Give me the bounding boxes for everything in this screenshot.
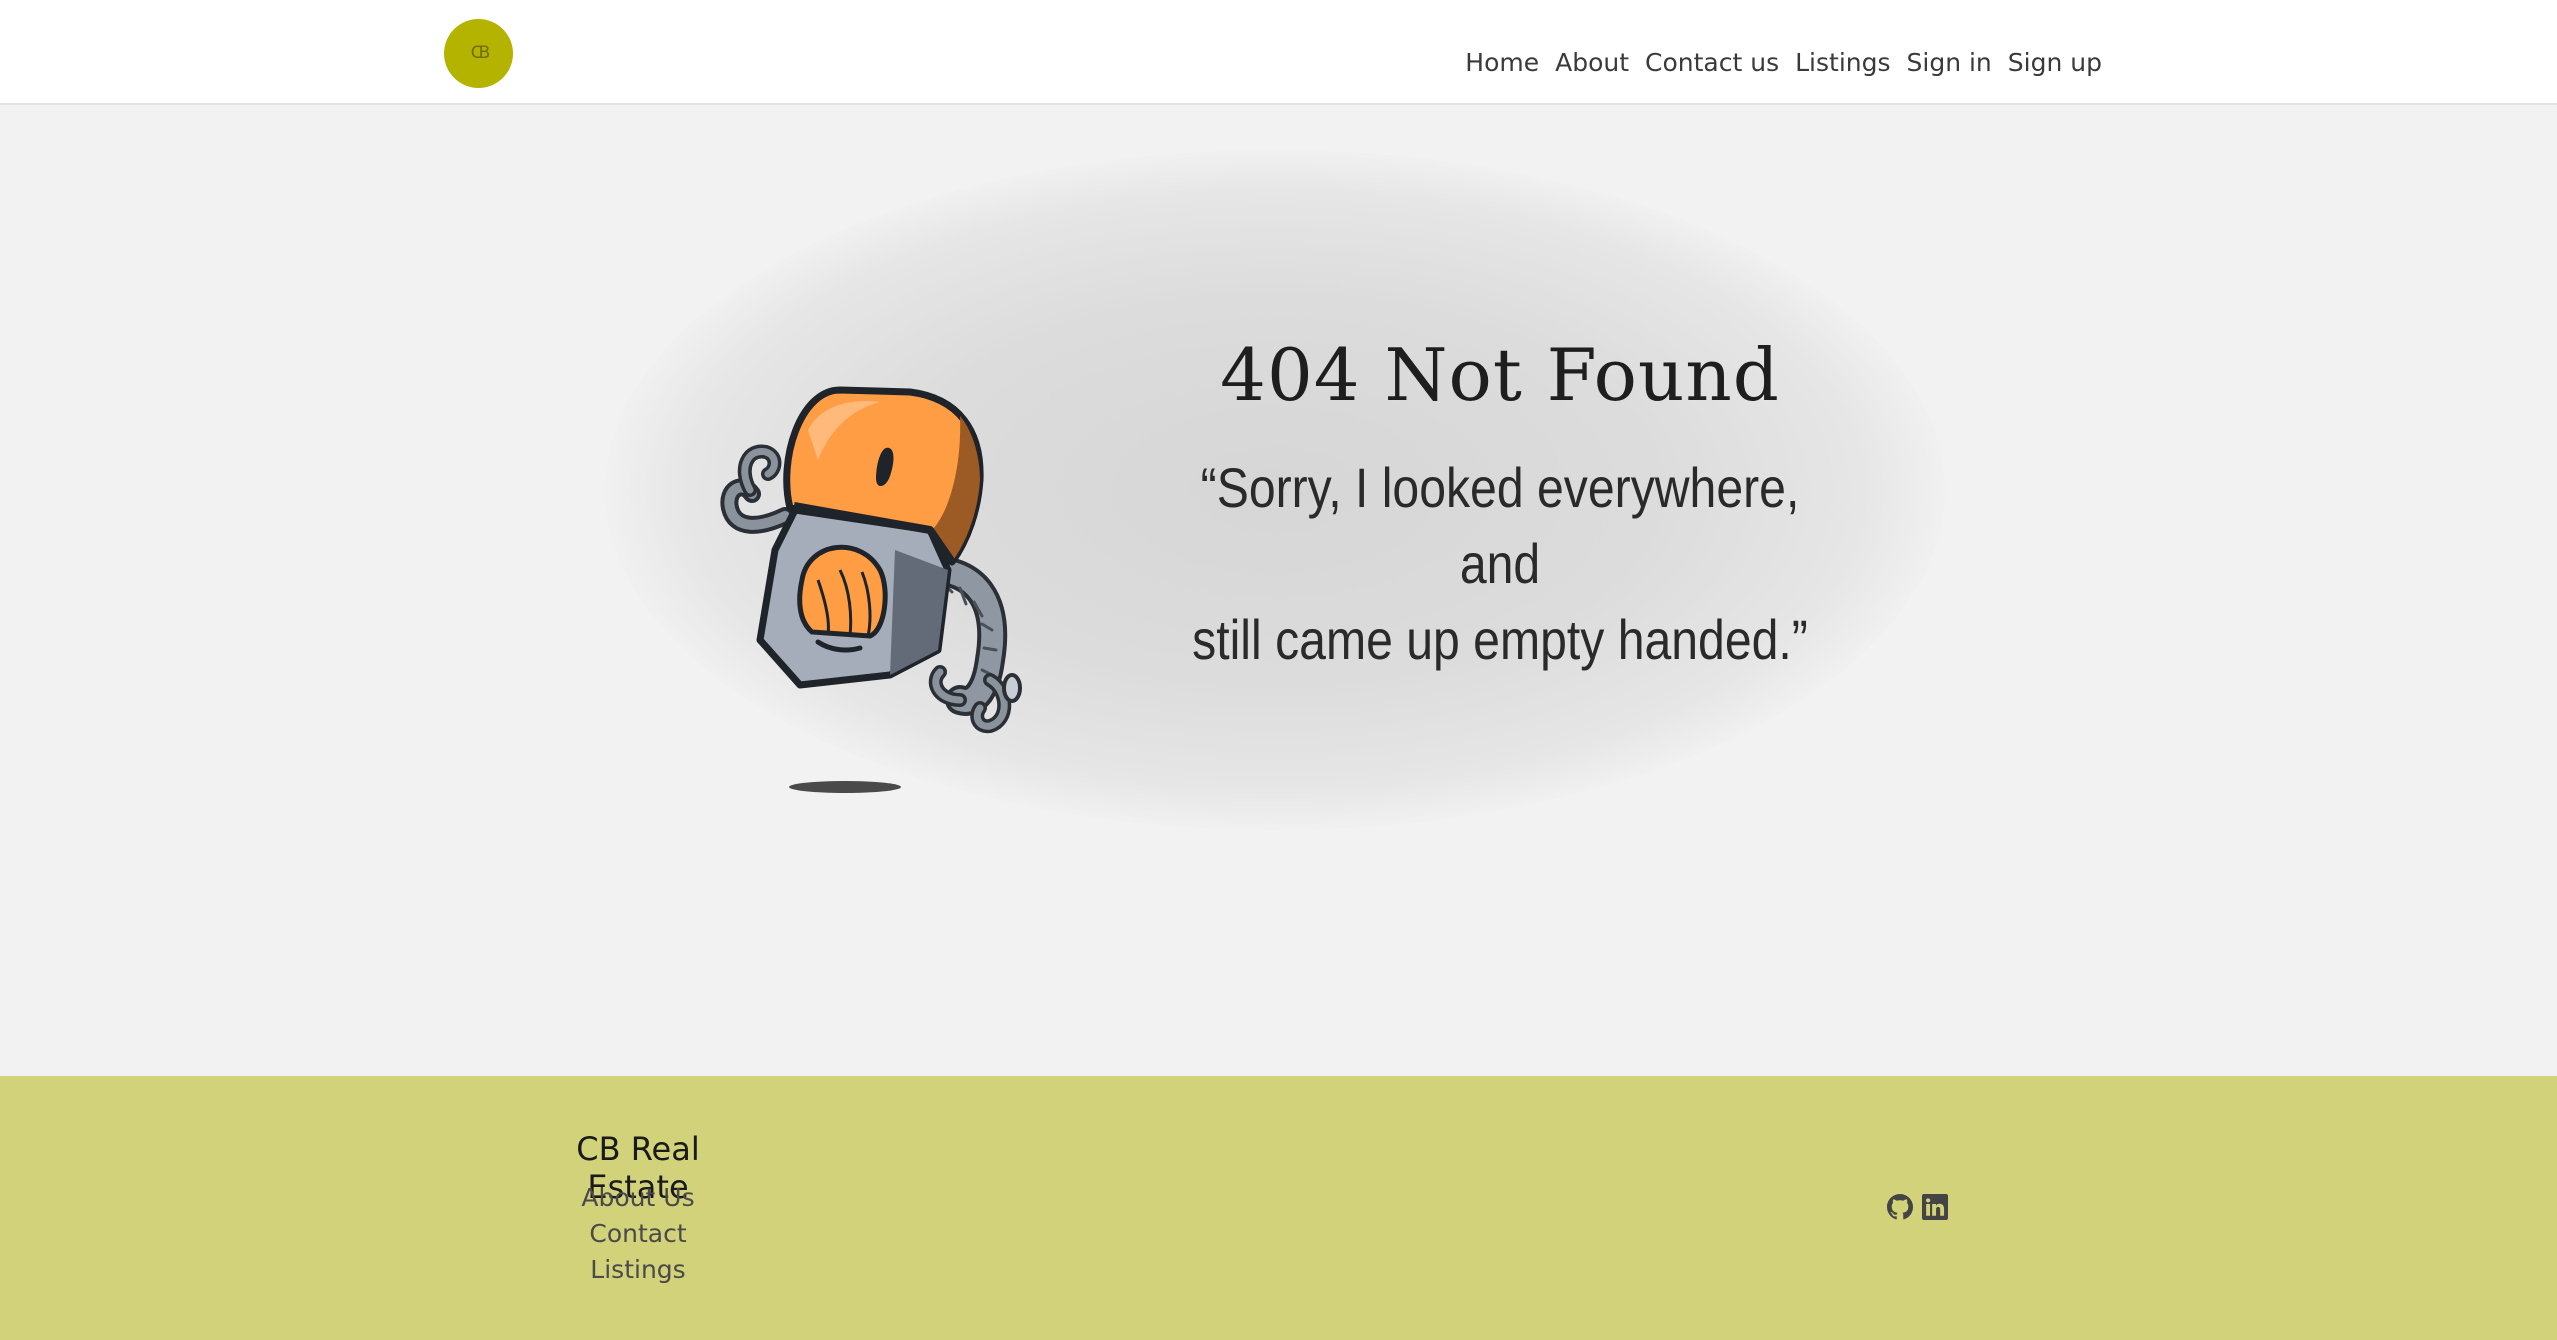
github-icon[interactable] (1887, 1194, 1913, 1220)
logo-text: CB (470, 43, 491, 63)
nav-signin-link[interactable]: Sign in (1907, 46, 1992, 80)
main-nav: Home About Contact us Listings Sign in S… (1465, 46, 2102, 80)
main-content: 404 Not Found “Sorry, I looked everywher… (0, 105, 2557, 1076)
linkedin-icon[interactable] (1922, 1194, 1948, 1220)
robot-illustration (720, 386, 1022, 793)
footer-links: About Us Contact Listings (525, 1180, 751, 1288)
site-header: CB Home About Contact us Listings Sign i… (0, 0, 2557, 105)
robot-left-arm (720, 444, 794, 534)
nav-contact-link[interactable]: Contact us (1645, 46, 1779, 80)
nav-signup-link[interactable]: Sign up (2008, 46, 2102, 80)
error-message-line-1: “Sorry, I looked everywhere, and (1200, 456, 1800, 595)
error-title: 404 Not Found (1220, 333, 1780, 417)
footer-listings-link[interactable]: Listings (525, 1252, 751, 1288)
footer-about-link[interactable]: About Us (525, 1180, 751, 1216)
social-links (1887, 1194, 1948, 1220)
site-footer: CB Real Estate About Us Contact Listings (0, 1076, 2557, 1340)
error-message-line-2: still came up empty handed.” (1192, 608, 1808, 671)
robot-shadow (789, 781, 901, 793)
nav-listings-link[interactable]: Listings (1795, 46, 1890, 80)
logo[interactable]: CB (444, 19, 513, 88)
error-message: “Sorry, I looked everywhere, and still c… (1160, 450, 1839, 678)
nav-home-link[interactable]: Home (1465, 46, 1539, 80)
nav-about-link[interactable]: About (1555, 46, 1629, 80)
robot-visor (797, 544, 888, 639)
footer-contact-link[interactable]: Contact (525, 1216, 751, 1252)
